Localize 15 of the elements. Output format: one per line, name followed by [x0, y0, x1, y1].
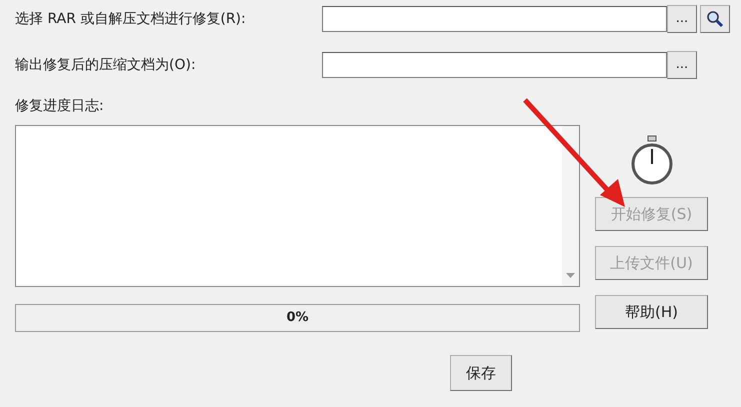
- scrollbar[interactable]: [562, 126, 579, 286]
- down-arrow-icon[interactable]: [566, 273, 575, 278]
- log-label: 修复进度日志:: [15, 97, 105, 116]
- action-button[interactable]: 帮助(H): [595, 295, 708, 329]
- search-icon: [706, 10, 724, 28]
- browse-button[interactable]: ...: [667, 5, 697, 33]
- stopwatch-icon: [630, 135, 674, 187]
- input-field[interactable]: [322, 52, 667, 78]
- field-label: 选择 RAR 或自解压文档进行修复(R):: [15, 10, 247, 28]
- browse-button[interactable]: ...: [667, 51, 697, 79]
- field-label: 输出修复后的压缩文档为(O):: [15, 56, 197, 74]
- input-field[interactable]: [322, 6, 667, 32]
- save-button[interactable]: 保存: [450, 355, 512, 391]
- progress-text: 0%: [286, 309, 309, 328]
- search-button[interactable]: [700, 5, 730, 33]
